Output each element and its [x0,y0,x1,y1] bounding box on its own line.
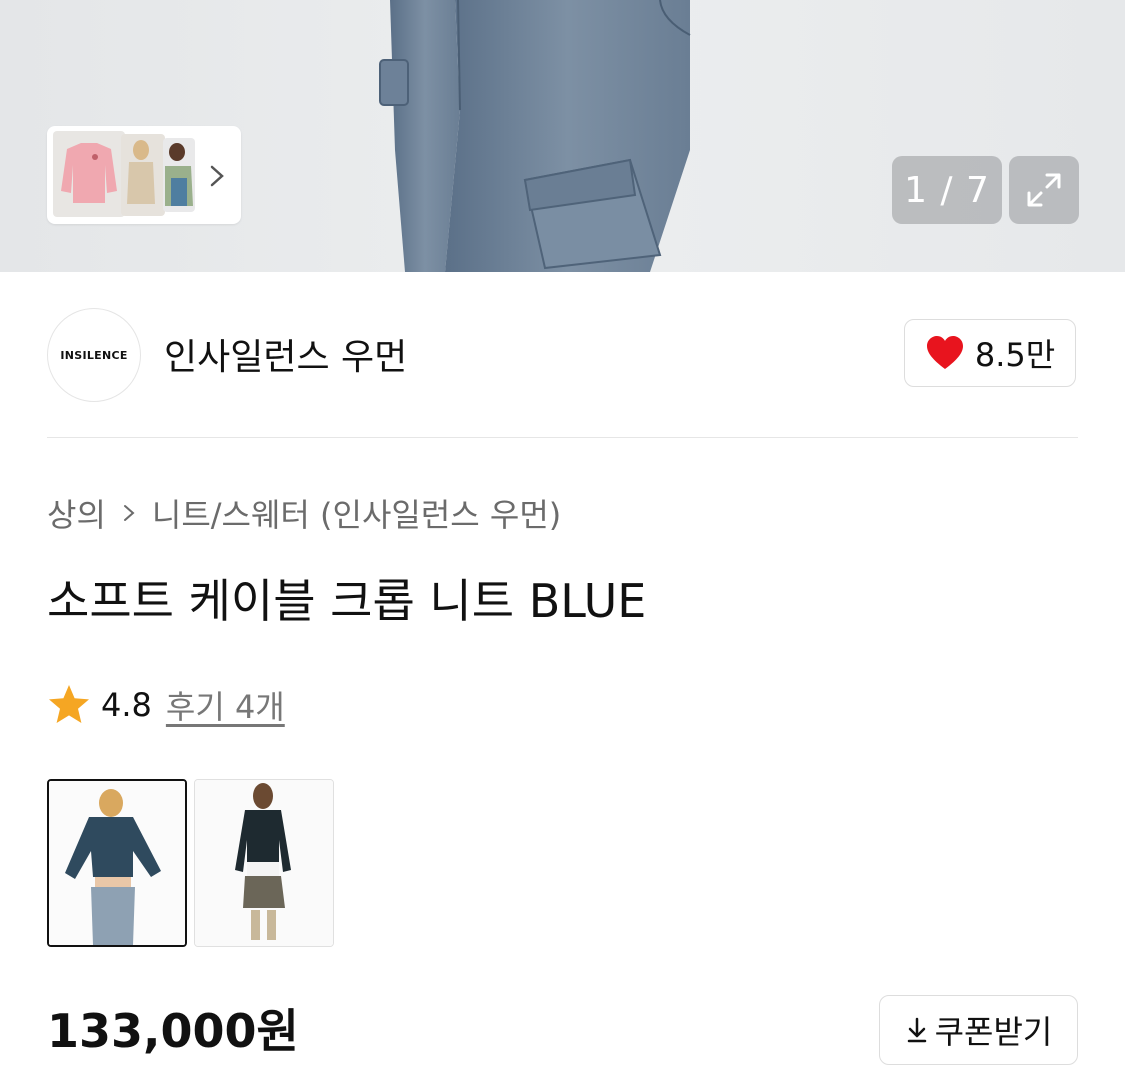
coupon-label: 쿠폰받기 [934,1013,1053,1051]
star-icon [49,685,89,723]
expand-icon [1027,173,1061,207]
thumbnail-strip[interactable] [47,126,241,224]
rating-row: 4.8 후기 4개 [47,682,285,728]
brand-name[interactable]: 인사일런스 우먼 [164,328,407,380]
image-counter: 1 / 7 [892,156,1002,224]
thumbnail-pink-sweater[interactable] [53,131,125,217]
rating-score: 4.8 [101,686,152,724]
heart-icon [926,336,963,369]
product-title: 소프트 케이블 크롭 니트 BLUE [47,574,647,628]
chevron-right-icon [123,505,135,521]
like-button[interactable]: 8.5만 [904,319,1076,387]
brand-logo[interactable]: INSILENCE [47,308,141,402]
review-count-link[interactable]: 후기 4개 [166,682,285,728]
variant-thumbnail-selected[interactable] [47,779,187,947]
brand-logo-text: INSILENCE [60,348,128,362]
coupon-button[interactable]: 쿠폰받기 [879,995,1078,1065]
expand-button[interactable] [1009,156,1079,224]
variant-thumbnail[interactable] [194,779,334,947]
image-counter-text: 1 / 7 [904,169,990,211]
breadcrumb-subcategory[interactable]: 니트/스웨터 (인사일런스 우먼) [152,490,561,536]
product-image-gallery[interactable]: 1 / 7 [0,0,1125,272]
download-icon [907,1017,926,1043]
product-price: 133,000원 [47,1004,299,1058]
thumbnail-green-knit[interactable] [163,138,195,212]
breadcrumb: 상의 니트/스웨터 (인사일런스 우먼) [47,490,561,536]
divider [47,437,1078,438]
chevron-right-icon[interactable] [207,164,227,188]
like-count: 8.5만 [974,336,1056,374]
breadcrumb-category[interactable]: 상의 [47,490,106,536]
thumbnail-beige-knit[interactable] [121,134,165,216]
